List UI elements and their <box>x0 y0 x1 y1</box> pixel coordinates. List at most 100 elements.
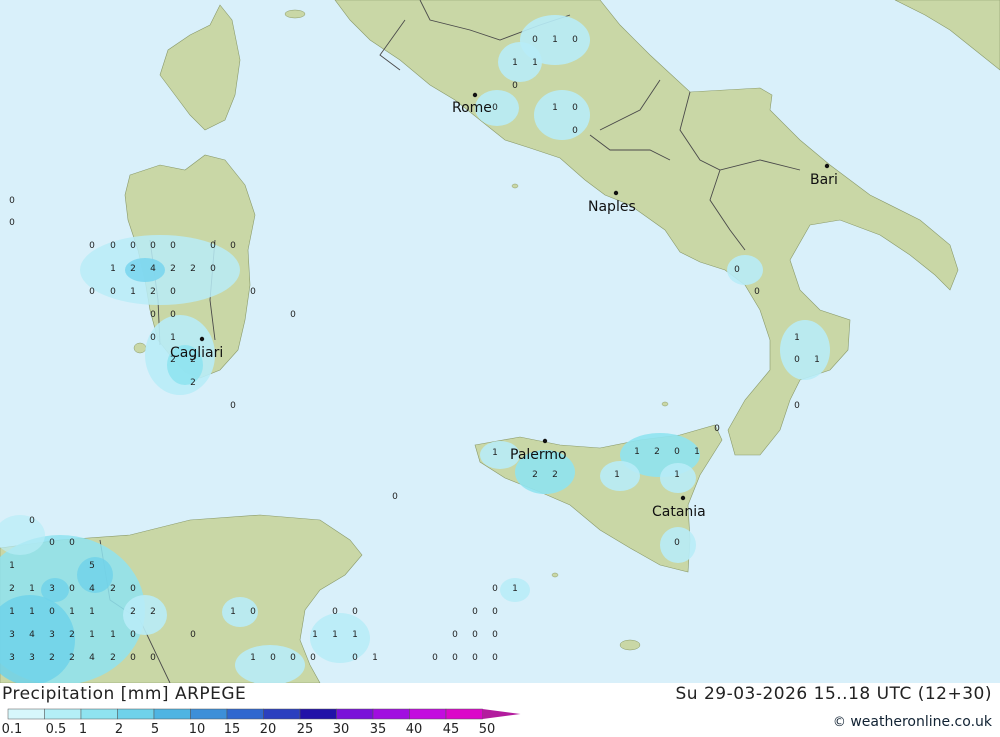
precip-value: 0 <box>150 241 156 251</box>
precip-value: 1 <box>69 607 75 617</box>
precip-value: 2 <box>190 355 196 365</box>
precip-value: 0 <box>754 287 760 297</box>
legend-label: 2 <box>115 722 123 737</box>
precip-value: 0 <box>492 584 498 594</box>
legend-swatch <box>299 708 337 720</box>
precip-value: 0 <box>794 355 800 365</box>
legend-label: 20 <box>260 722 277 737</box>
precip-value: 1 <box>332 630 338 640</box>
legend-swatch <box>117 708 155 720</box>
precip-value: 0 <box>69 584 75 594</box>
legend-label: 0.1 <box>2 722 23 737</box>
precip-value: 0 <box>230 241 236 251</box>
precip-value: 2 <box>552 470 558 480</box>
precip-value: 0 <box>352 653 358 663</box>
credit-text: weatheronline.co.uk <box>850 714 992 730</box>
legend-swatch <box>372 708 410 720</box>
city-marker-palermo <box>542 438 548 444</box>
precip-value: 2 <box>190 378 196 388</box>
precip-value: 0 <box>89 241 95 251</box>
legend-label: 1 <box>79 722 87 737</box>
precip-value: 0 <box>734 265 740 275</box>
precip-value: 0 <box>210 241 216 251</box>
precip-value: 2 <box>532 470 538 480</box>
precip-value: 1 <box>532 58 538 68</box>
legend-swatch-arrow <box>482 709 521 719</box>
precip-value: 0 <box>290 653 296 663</box>
precip-value: 1 <box>29 584 35 594</box>
precip-value: 1 <box>552 103 558 113</box>
precip-value: 2 <box>69 630 75 640</box>
precip-value: 0 <box>352 607 358 617</box>
legend-label: 5 <box>151 722 159 737</box>
precip-value: 1 <box>89 630 95 640</box>
precip-value: 0 <box>250 607 256 617</box>
precip-value: 3 <box>9 630 15 640</box>
precip-value: 2 <box>110 584 116 594</box>
precip-value: 0 <box>170 287 176 297</box>
precip-value: 2 <box>9 584 15 594</box>
precip-value: 0 <box>270 653 276 663</box>
legend-label: 25 <box>297 722 314 737</box>
precip-value: 1 <box>9 561 15 571</box>
precip-value: 0 <box>472 630 478 640</box>
precip-value: 0 <box>512 81 518 91</box>
precip-value: 0 <box>130 241 136 251</box>
precip-value: 0 <box>49 607 55 617</box>
city-label-naples: Naples <box>588 199 636 215</box>
precip-value: 0 <box>250 287 256 297</box>
precip-value: 3 <box>29 653 35 663</box>
precip-value: 0 <box>150 653 156 663</box>
precip-value: 0 <box>452 653 458 663</box>
precip-value: 4 <box>89 653 95 663</box>
precip-value: 4 <box>89 584 95 594</box>
credit[interactable]: © weatheronline.co.uk <box>833 714 992 730</box>
precip-value: 0 <box>130 630 136 640</box>
legend-swatch <box>190 708 228 720</box>
precip-value: 1 <box>372 653 378 663</box>
legend-swatch <box>153 708 191 720</box>
precip-value: 1 <box>312 630 318 640</box>
city-marker-rome <box>472 92 478 98</box>
precip-value: 0 <box>674 447 680 457</box>
city-marker-cagliari <box>199 336 205 342</box>
precip-value: 2 <box>170 264 176 274</box>
precip-value: 1 <box>492 448 498 458</box>
forecast-datetime: Su 29-03-2026 15..18 UTC (12+30) <box>675 684 992 704</box>
city-label-catania: Catania <box>652 504 706 520</box>
precip-value: 0 <box>210 264 216 274</box>
precip-value: 0 <box>49 538 55 548</box>
precip-value: 0 <box>110 287 116 297</box>
precip-value: 1 <box>110 264 116 274</box>
city-marker-bari <box>824 163 830 169</box>
precip-value: 2 <box>150 287 156 297</box>
precip-value: 5 <box>89 561 95 571</box>
precip-value: 0 <box>130 584 136 594</box>
precip-value: 1 <box>814 355 820 365</box>
city-label-rome: Rome <box>452 100 492 116</box>
precip-value: 1 <box>89 607 95 617</box>
precip-value: 1 <box>250 653 256 663</box>
legend-label: 40 <box>406 722 423 737</box>
precip-value: 0 <box>492 103 498 113</box>
color-scale-legend: 0.1 0.5 1 2 5 10 15 20 25 30 35 40 45 50 <box>2 708 521 737</box>
precip-value: 1 <box>794 333 800 343</box>
precip-value: 0 <box>29 516 35 526</box>
precip-value: 1 <box>29 607 35 617</box>
precip-value: 0 <box>674 538 680 548</box>
precip-value: 0 <box>150 333 156 343</box>
precip-value: 2 <box>150 607 156 617</box>
precip-value: 0 <box>150 310 156 320</box>
precip-value: 4 <box>29 630 35 640</box>
precip-value: 1 <box>674 470 680 480</box>
legend-label: 0.5 <box>46 722 67 737</box>
precip-value: 4 <box>150 264 156 274</box>
precip-value: 0 <box>9 218 15 228</box>
precip-value: 1 <box>9 607 15 617</box>
copyright-symbol: © <box>832 715 846 730</box>
precip-value: 2 <box>69 653 75 663</box>
legend-label: 10 <box>189 722 206 737</box>
precip-value: 1 <box>512 58 518 68</box>
precip-value: 0 <box>492 607 498 617</box>
precip-value: 2 <box>130 264 136 274</box>
